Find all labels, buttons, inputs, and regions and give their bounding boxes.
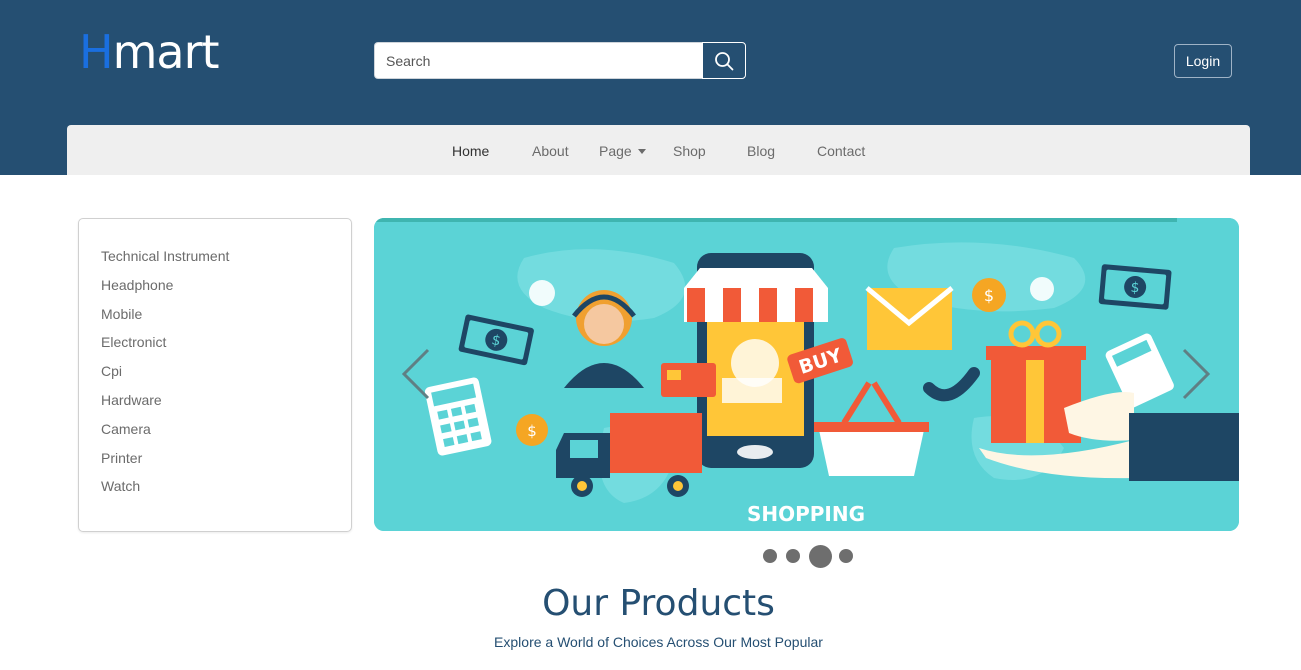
logo[interactable]: Hmart bbox=[79, 24, 220, 80]
svg-text:$: $ bbox=[1130, 280, 1140, 297]
chevron-right-icon bbox=[1182, 348, 1211, 400]
logo-first-letter: H bbox=[79, 25, 114, 79]
carousel-indicator[interactable] bbox=[786, 549, 800, 563]
search-bar bbox=[374, 42, 746, 79]
caret-down-icon bbox=[637, 149, 646, 154]
site-header: Hmart Login Home About Page Shop Blog Co… bbox=[0, 0, 1301, 175]
svg-text:$: $ bbox=[527, 422, 537, 440]
nav-contact[interactable]: Contact bbox=[817, 125, 865, 175]
category-item[interactable]: Technical Instrument bbox=[101, 246, 351, 275]
category-item[interactable]: Cpi bbox=[101, 361, 351, 390]
category-item[interactable]: Electronict bbox=[101, 332, 351, 361]
login-button[interactable]: Login bbox=[1174, 44, 1232, 78]
hero-carousel: $ $ $ $ BUY SHOPPING bbox=[374, 218, 1239, 531]
category-item[interactable]: Mobile bbox=[101, 304, 351, 333]
nav-about[interactable]: About bbox=[532, 125, 569, 175]
category-item[interactable]: Printer bbox=[101, 448, 351, 477]
main-navbar: Home About Page Shop Blog Contact bbox=[67, 125, 1250, 175]
nav-shop[interactable]: Shop bbox=[673, 125, 706, 175]
banner-shopping-text: SHOPPING bbox=[747, 502, 865, 526]
search-input[interactable] bbox=[374, 42, 702, 79]
nav-page-dropdown[interactable]: Page bbox=[599, 125, 646, 175]
category-item[interactable]: Hardware bbox=[101, 390, 351, 419]
carousel-indicator[interactable] bbox=[763, 549, 777, 563]
section-subtitle: Explore a World of Choices Across Our Mo… bbox=[494, 634, 823, 650]
carousel-indicators bbox=[763, 544, 862, 568]
carousel-prev-button[interactable] bbox=[398, 346, 438, 402]
category-item[interactable]: Headphone bbox=[101, 275, 351, 304]
search-icon bbox=[715, 51, 734, 70]
search-button[interactable] bbox=[702, 42, 746, 79]
logo-rest: mart bbox=[112, 25, 220, 79]
svg-text:$: $ bbox=[984, 286, 994, 305]
chevron-left-icon bbox=[401, 348, 430, 400]
shopping-banner-image: $ $ $ $ BUY SHOPPING bbox=[374, 218, 1239, 531]
category-item[interactable]: Watch bbox=[101, 476, 351, 505]
carousel-indicator[interactable] bbox=[839, 549, 853, 563]
nav-page-label: Page bbox=[599, 143, 632, 159]
section-title: Our Products bbox=[542, 583, 775, 624]
nav-home[interactable]: Home bbox=[452, 125, 489, 175]
category-sidebar: Technical Instrument Headphone Mobile El… bbox=[78, 218, 352, 532]
nav-blog[interactable]: Blog bbox=[747, 125, 775, 175]
carousel-next-button[interactable] bbox=[1174, 346, 1214, 402]
category-item[interactable]: Camera bbox=[101, 419, 351, 448]
carousel-indicator-active[interactable] bbox=[809, 544, 832, 568]
